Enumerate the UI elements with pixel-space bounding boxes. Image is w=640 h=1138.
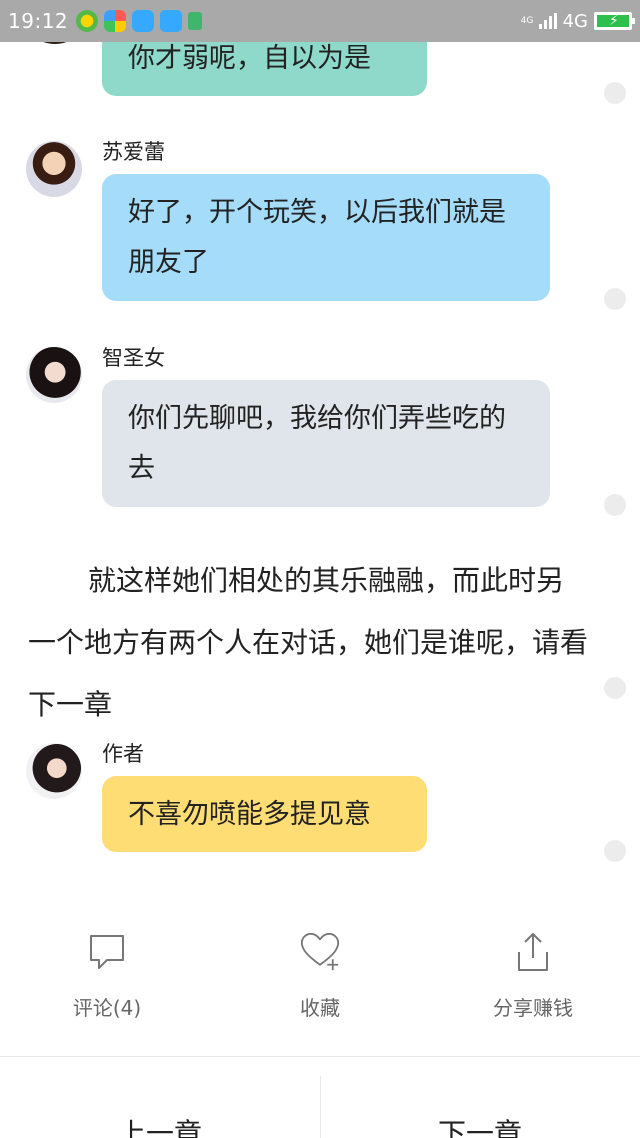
author-avatar[interactable] <box>26 743 82 799</box>
paragraph-comment-dot[interactable] <box>604 288 626 310</box>
share-icon <box>518 933 548 971</box>
message-text: 好了，开个玩笑，以后我们就是朋友了 <box>128 197 506 278</box>
comment-button[interactable]: 评论(4) <box>27 930 187 1021</box>
heart-plus-icon <box>300 932 340 971</box>
share-button[interactable]: 分享赚钱 <box>453 930 613 1021</box>
paragraph-comment-dot[interactable] <box>604 82 626 104</box>
share-label: 分享赚钱 <box>493 996 573 1020</box>
network-type: 4G <box>562 10 588 32</box>
speaker-name: 智圣女 <box>102 346 165 370</box>
chat-bubble: 好了，开个玩笑，以后我们就是朋友了 <box>102 174 550 301</box>
chat-app-icon <box>132 10 155 32</box>
paragraph-comment-dot[interactable] <box>604 677 626 699</box>
avatar[interactable] <box>26 347 82 403</box>
paragraph-comment-dot[interactable] <box>604 494 626 516</box>
avatar[interactable] <box>26 141 82 197</box>
divider <box>0 1056 640 1057</box>
message-text: 你才弱呢，自以为是 <box>128 43 371 74</box>
message-text: 你们先聊吧，我给你们弄些吃的去 <box>128 403 506 484</box>
chat-bubble: 你们先聊吧，我给你们弄些吃的去 <box>102 380 550 507</box>
author-note-bubble: 不喜勿喷能多提见意 <box>102 776 427 852</box>
comment-icon <box>90 935 124 969</box>
paragraph-comment-dot[interactable] <box>604 840 626 862</box>
favorite-button[interactable]: 收藏 <box>240 930 400 1021</box>
status-indicators: 4G 4G ⚡ <box>520 10 635 32</box>
status-bar: 19:12 4G 4G ⚡ <box>0 0 640 42</box>
next-chapter-button[interactable]: 下一章 <box>320 1112 640 1138</box>
small-network-label: 4G <box>520 15 534 26</box>
lock-icon <box>188 12 203 30</box>
comment-label: 评论(4) <box>72 996 142 1020</box>
action-bar: 评论(4) 收藏 分享赚钱 <box>0 930 640 1030</box>
signal-icon <box>538 13 557 29</box>
battery-icon: ⚡ <box>594 12 635 30</box>
status-notification-icons <box>76 10 203 32</box>
speaker-name: 苏爱蕾 <box>102 140 165 164</box>
prev-chapter-button[interactable]: 上一章 <box>0 1112 320 1138</box>
speaker-name: 作者 <box>102 742 144 766</box>
app-store-icon <box>104 10 127 32</box>
narration-paragraph: 就这样她们相处的其乐融融，而此时另一个地方有两个人在对话，她们是谁呢，请看下一章 <box>28 564 589 721</box>
message-text: 不喜勿喷能多提见意 <box>128 799 371 830</box>
scan-app-icon <box>160 10 183 32</box>
status-time: 19:12 <box>8 9 69 33</box>
favorite-label: 收藏 <box>300 996 340 1020</box>
app-notification-icon <box>76 10 99 32</box>
